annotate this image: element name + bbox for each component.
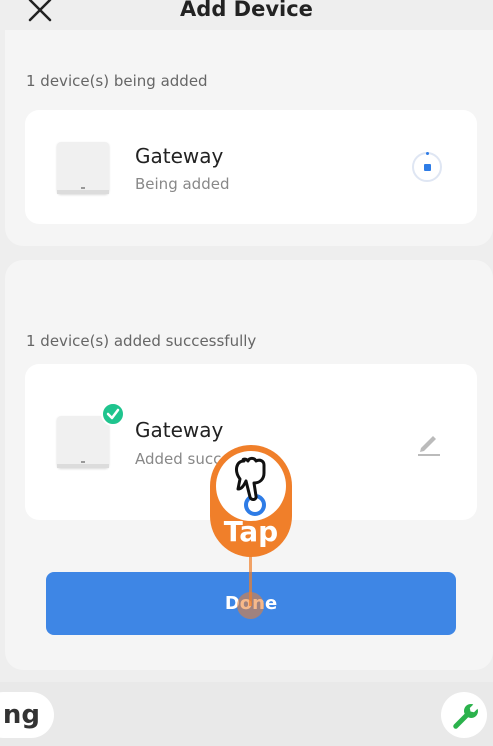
bottom-pill-button[interactable]: ng [0, 692, 54, 738]
device-name: Gateway [135, 418, 224, 442]
bottom-bar [0, 682, 493, 746]
pointing-hand-icon [235, 456, 266, 516]
device-name: Gateway [135, 144, 224, 168]
adding-panel: 1 device(s) being added Gateway Being ad… [5, 30, 493, 246]
tap-hand-container [216, 451, 286, 521]
gateway-device-icon [57, 142, 109, 194]
header: Add Device [0, 0, 493, 30]
device-status: Being added [135, 175, 230, 193]
wrench-button[interactable] [441, 692, 487, 738]
adding-device-card[interactable]: Gateway Being added [25, 110, 477, 224]
edit-pencil-icon[interactable] [415, 428, 443, 456]
adding-section-label: 1 device(s) being added [26, 72, 208, 90]
added-section-label: 1 device(s) added successfully [26, 332, 257, 350]
wrench-icon [453, 704, 478, 729]
tap-point-marker [237, 592, 264, 619]
tap-label: Tap [223, 515, 279, 548]
tap-overlay: Tap [210, 445, 292, 557]
check-icon [101, 402, 125, 426]
loading-spinner-icon [412, 152, 442, 182]
page-title: Add Device [180, 0, 313, 21]
gateway-device-icon [57, 416, 109, 468]
